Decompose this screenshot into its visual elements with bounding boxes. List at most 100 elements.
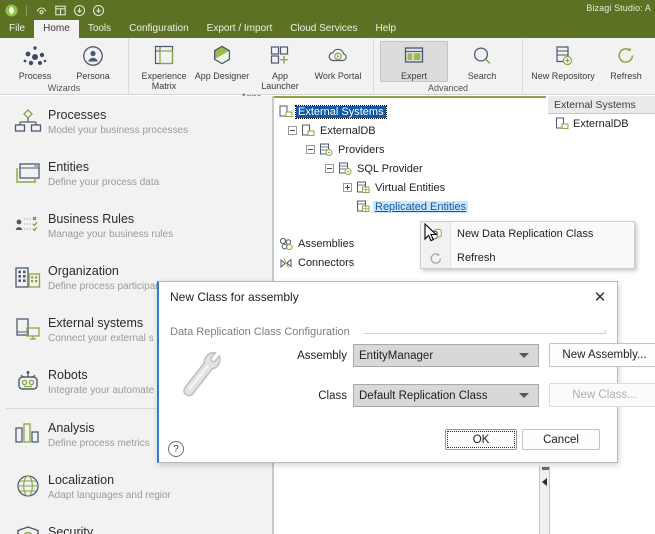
context-menu-item-new-data-replication-class[interactable]: New Data Replication Class: [421, 222, 634, 246]
connectors-node-icon: [278, 256, 293, 270]
tree-node-replicated-entities[interactable]: Replicated Entities: [343, 198, 469, 215]
ribbon-button-label: Work Portal: [314, 71, 362, 81]
sidebar-item-subtitle: Manage your business rules: [48, 228, 174, 240]
analysis-icon: [8, 420, 48, 450]
context-menu-item-label: New Data Replication Class: [457, 228, 594, 240]
app-launcher-icon: [267, 43, 293, 69]
ribbon-button-label: Search: [467, 71, 497, 81]
app-designer-icon: [209, 43, 235, 69]
class-dropdown[interactable]: Default Replication Class: [353, 384, 539, 407]
ribbon-button-new-repository[interactable]: New Repository: [529, 41, 597, 81]
tree-node-sql-provider[interactable]: SQL Provider: [325, 160, 425, 177]
assemblies-node-icon: [278, 237, 293, 251]
external-systems-icon: [8, 315, 48, 345]
robots-icon: [8, 367, 48, 397]
external-systems-node-icon: [278, 105, 293, 119]
tree-expander-minus[interactable]: [325, 164, 334, 173]
redo-icon[interactable]: [92, 4, 105, 17]
cancel-button[interactable]: Cancel: [522, 429, 600, 450]
chevron-down-icon: [519, 393, 529, 398]
assembly-dropdown[interactable]: EntityManager: [353, 344, 539, 367]
context-menu-item-refresh[interactable]: Refresh: [421, 246, 634, 270]
database-node-icon: [554, 117, 569, 131]
tree-node-label: Assemblies: [298, 237, 355, 250]
tree-node-label: SQL Provider: [357, 162, 423, 175]
sidebar-item-business-rules[interactable]: Business Rules Manage your business rule…: [0, 200, 272, 252]
entities-icon: [8, 159, 48, 189]
panel-top-accent: [274, 96, 546, 98]
new-assembly-button[interactable]: New Assembly...: [549, 343, 655, 367]
sidebar-item-title: Business Rules: [48, 211, 135, 226]
ribbon-button-refresh-repository[interactable]: Refresh: [597, 41, 655, 81]
vertical-scrollbar[interactable]: [539, 466, 550, 534]
ribbon-button-app-launcher[interactable]: App Launcher: [251, 41, 309, 91]
tree-node-label: External Systems: [295, 104, 387, 119]
ribbon-button-expert[interactable]: Expert: [380, 41, 448, 82]
ribbon-group-apps: Experience Matrix App Designer App Launc…: [128, 38, 373, 102]
undo-icon[interactable]: [73, 4, 86, 17]
ribbon-group-wizards: Process Persona Wizards: [0, 38, 128, 95]
scroll-left-arrow-icon[interactable]: [542, 478, 547, 486]
close-icon[interactable]: ✕: [589, 287, 611, 307]
sidebar-item-title: Analysis: [48, 420, 95, 435]
tree-expander-minus[interactable]: [288, 126, 297, 135]
sidebar-item-subtitle: Define process participants: [48, 280, 169, 292]
tree-node-label: Replicated Entities: [373, 200, 469, 213]
application-window: Bizagi Studio: A File Home Tools Configu…: [0, 0, 655, 534]
ribbon-group-repository: New Repository Refresh: [522, 38, 655, 95]
sidebar-item-entities[interactable]: Entities Define your process data: [0, 148, 272, 200]
ribbon-button-label: New Repository: [531, 71, 595, 81]
tree-node-assemblies[interactable]: Assemblies: [278, 235, 356, 252]
dialog-group-rule: [364, 330, 606, 334]
publish-icon[interactable]: [54, 4, 67, 17]
tree-node-external-systems[interactable]: External Systems: [278, 103, 387, 120]
right-panel-row-label: ExternalDB: [573, 117, 629, 130]
expert-icon: [401, 43, 427, 69]
sidebar-item-security[interactable]: Security Define your security settings: [0, 513, 272, 534]
tab-file[interactable]: File: [0, 20, 34, 38]
tree-expander-plus[interactable]: [343, 183, 352, 192]
tab-tools[interactable]: Tools: [79, 20, 120, 38]
sidebar-item-localization[interactable]: Localization Adapt languages and regior: [0, 461, 272, 513]
new-class-button[interactable]: New Class...: [549, 383, 655, 407]
class-label: Class: [318, 390, 347, 402]
tree-node-virtual-entities[interactable]: Virtual Entities: [343, 179, 447, 196]
tree-node-label: ExternalDB: [320, 124, 376, 137]
tree-expander-minus[interactable]: [306, 145, 315, 154]
tab-help[interactable]: Help: [367, 20, 406, 38]
ok-button[interactable]: OK: [445, 429, 517, 450]
shield-icon: [8, 524, 48, 534]
persona-icon: [80, 43, 106, 69]
ribbon-button-persona[interactable]: Persona: [64, 41, 122, 81]
tab-export-import[interactable]: Export / Import: [198, 20, 282, 38]
search-icon: [469, 43, 495, 69]
bizagi-logo-icon: [5, 4, 18, 17]
save-icon[interactable]: [35, 4, 48, 17]
ribbon-button-search[interactable]: Search: [448, 41, 516, 81]
help-icon[interactable]: ?: [168, 441, 184, 457]
title-bar: Bizagi Studio: A: [0, 0, 655, 20]
ribbon-button-work-portal[interactable]: Work Portal: [309, 41, 367, 81]
ribbon-button-experience-matrix[interactable]: Experience Matrix: [135, 41, 193, 91]
toolbar-divider: [26, 4, 27, 16]
sidebar-item-subtitle: Connect your external s: [48, 332, 154, 344]
tab-home[interactable]: Home: [34, 20, 79, 38]
ribbon-button-process[interactable]: Process: [6, 41, 64, 81]
ribbon-button-label: Process: [18, 71, 52, 81]
right-panel-row[interactable]: ExternalDB: [548, 114, 655, 133]
tree-node-connectors[interactable]: Connectors: [278, 254, 356, 271]
assembly-value: EntityManager: [359, 349, 434, 362]
tree-node-externaldb[interactable]: ExternalDB: [288, 122, 378, 139]
scrollbar-thumb[interactable]: [542, 467, 549, 470]
ribbon-button-label: Persona: [76, 71, 110, 81]
class-value: Default Replication Class: [359, 389, 488, 402]
ribbon-button-app-designer[interactable]: App Designer: [193, 41, 251, 81]
tree-node-label: Connectors: [298, 256, 355, 269]
tab-configuration[interactable]: Configuration: [120, 20, 197, 38]
entity-node-icon: [355, 181, 370, 195]
tree-node-providers[interactable]: Providers: [306, 141, 386, 158]
sidebar-item-processes[interactable]: Processes Model your business processes: [0, 96, 272, 148]
sidebar-item-title: Localization: [48, 472, 115, 487]
work-portal-icon: [325, 43, 351, 69]
tab-cloud-services[interactable]: Cloud Services: [281, 20, 366, 38]
